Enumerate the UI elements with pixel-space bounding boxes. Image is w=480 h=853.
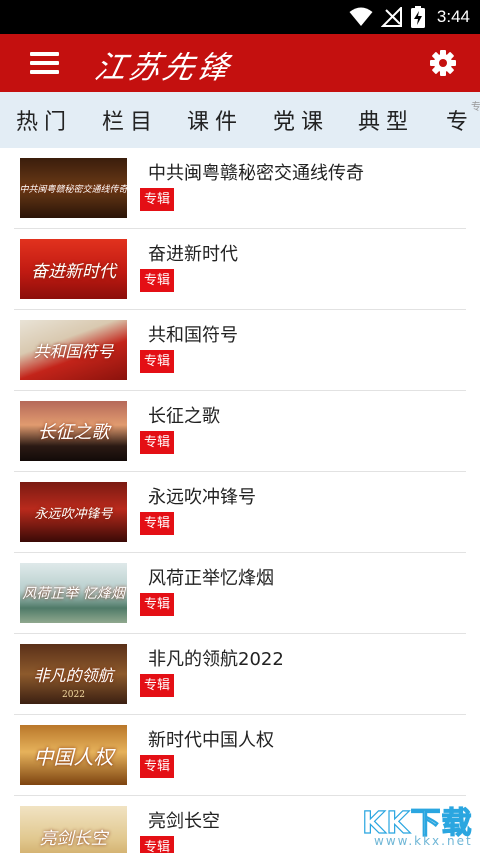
menu-button[interactable] <box>22 48 64 78</box>
list-item[interactable]: 永远吹冲锋号 永远吹冲锋号 专辑 <box>14 472 466 553</box>
tab-special-topics[interactable]: 专 <box>446 104 474 136</box>
album-thumbnail: 非凡的领航 2022 <box>20 644 127 704</box>
album-title: 非凡的领航2022 <box>148 649 284 670</box>
hamburger-line <box>30 70 59 74</box>
album-badge: 专辑 <box>140 431 174 454</box>
hamburger-menu-icon <box>30 52 59 56</box>
album-title: 风荷正举忆烽烟 <box>148 568 274 589</box>
app-logo: 江苏先锋 <box>91 50 236 86</box>
settings-button[interactable] <box>428 48 458 78</box>
wifi-icon <box>349 7 373 26</box>
list-item[interactable]: 奋进新时代 奋进新时代 专辑 <box>14 229 466 310</box>
battery-charging-icon <box>410 6 425 28</box>
thumbnail-title-art: 长征之歌 <box>37 422 110 443</box>
tab-columns[interactable]: 栏目 <box>102 104 158 136</box>
tab-role-models[interactable]: 典型 <box>358 104 414 136</box>
list-item[interactable]: 中国人权 新时代中国人权专辑 <box>14 715 466 796</box>
tab-hot[interactable]: 热门 <box>16 104 72 136</box>
list-item[interactable]: 风荷正举 忆烽烟 风荷正举忆烽烟专辑 <box>14 553 466 634</box>
signal-off-icon <box>380 7 402 27</box>
list-item[interactable]: 非凡的领航 2022 非凡的领航2022 专辑 <box>14 634 466 715</box>
watermark-logo: KK下载 www.kkx.net <box>356 798 478 850</box>
thumbnail-title-art: 风荷正举 忆烽烟 <box>22 586 125 602</box>
album-badge: 专辑 <box>140 836 174 853</box>
gear-icon <box>430 50 456 76</box>
album-title: 新时代中国人权 <box>148 730 274 751</box>
album-thumbnail: 长征之歌 <box>20 401 127 461</box>
album-title: 共和国符号 <box>148 325 238 346</box>
thumbnail-title-art: 奋进新时代 <box>31 261 116 282</box>
album-title: 长征之歌 <box>148 406 220 427</box>
thumbnail-year-art: 2022 <box>62 690 85 700</box>
album-thumbnail: 永远吹冲锋号 <box>20 482 127 542</box>
album-badge: 专辑 <box>140 593 174 616</box>
album-thumbnail: 中共闽粤赣秘密交通线传奇 <box>20 158 127 218</box>
list-item[interactable]: 中共闽粤赣秘密交通线传奇 中共闽粤赣秘密交通线传奇 专辑 <box>14 148 466 229</box>
thumbnail-title-art: 永远吹冲锋号 <box>34 506 113 522</box>
album-title: 中共闽粤赣秘密交通线传奇 <box>148 163 364 184</box>
thumbnail-title-art: 共和国符号 <box>33 342 114 361</box>
list-item[interactable]: 长征之歌 长征之歌 专辑 <box>14 391 466 472</box>
list-item[interactable]: 共和国符号 共和国符号 专辑 <box>14 310 466 391</box>
album-badge: 专辑 <box>140 755 174 778</box>
watermark-url: www.kkx.net <box>374 834 473 848</box>
status-icons: 3:44 <box>349 5 470 29</box>
hamburger-line <box>30 61 59 65</box>
album-thumbnail: 中国人权 <box>20 725 127 785</box>
album-thumbnail: 风荷正举 忆烽烟 <box>20 563 127 623</box>
album-title: 亮剑长空 <box>148 811 220 832</box>
tab-courseware[interactable]: 课件 <box>187 104 243 136</box>
album-badge: 专辑 <box>140 269 174 292</box>
category-tab-bar: 热门 栏目 课件 党课 典型 专 专题 <box>0 92 480 148</box>
album-badge: 专辑 <box>140 350 174 373</box>
album-thumbnail: 共和国符号 <box>20 320 127 380</box>
tab-party-lessons[interactable]: 党课 <box>273 104 329 136</box>
album-badge: 专辑 <box>140 674 174 697</box>
thumbnail-title-art: 中共闽粤赣秘密交通线传奇 <box>20 184 127 195</box>
status-time: 3:44 <box>436 7 470 26</box>
album-title: 永远吹冲锋号 <box>148 487 256 508</box>
album-thumbnail: 奋进新时代 <box>20 239 127 299</box>
album-thumbnail: 亮剑长空 <box>20 806 127 853</box>
app-header: 江苏先锋 <box>0 34 480 92</box>
thumbnail-title-art: 亮剑长空 <box>39 828 108 849</box>
album-badge: 专辑 <box>140 512 174 535</box>
thumbnail-title-art: 中国人权 <box>33 744 114 769</box>
tab-overflow-label: 专题 <box>471 102 480 113</box>
status-bar: 3:44 <box>0 0 480 34</box>
album-title: 奋进新时代 <box>148 244 238 265</box>
album-badge: 专辑 <box>140 188 174 211</box>
